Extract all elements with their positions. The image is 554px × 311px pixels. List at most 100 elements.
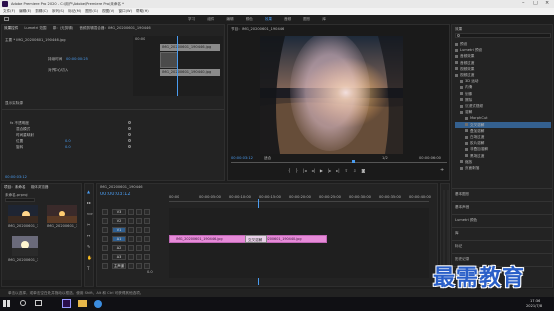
effect-item[interactable]: 音频效果 [455,53,551,59]
pen-tool-icon[interactable]: ✎ [87,244,93,249]
lock-icon[interactable] [128,209,134,215]
effect-property-row[interactable]: 旋转 0.0 [10,145,135,149]
effect-item[interactable]: 胶片溶解 [455,140,551,146]
workspace-tab[interactable]: 学习 [188,17,195,21]
program-scrubber[interactable] [231,162,447,163]
minimize-button[interactable]: – [522,1,525,5]
timeline-tab[interactable]: IMG_20200601_190446 [100,185,143,189]
menu-item[interactable]: 剪辑(C) [35,9,48,13]
mark-in-icon[interactable]: { [288,168,291,176]
track-label[interactable]: V2 [112,218,126,224]
effect-item[interactable]: 视频效果 [455,66,551,72]
menu-item[interactable]: 视图(V) [102,9,114,13]
timeline-timecode[interactable]: 00:00:03:12 [100,192,131,197]
panel-section[interactable]: 历史记录 [452,253,552,265]
track-label[interactable]: A1 [112,236,126,242]
menu-item[interactable]: 文件(F) [3,9,15,13]
lock-icon[interactable] [128,227,134,233]
effect-item[interactable]: 溶解 [455,109,551,115]
timeline-transition[interactable]: 交叉溶解 [245,235,267,243]
track-label[interactable]: A2 [112,245,126,251]
type-tool-icon[interactable]: T [87,266,93,271]
effect-item[interactable]: 缩放 [455,159,551,165]
effect-item[interactable]: 叠加溶解 [455,128,551,134]
panel-tab[interactable]: 音频剪辑混合器：IMG_20200601_190446 [79,26,150,30]
mark-out-icon[interactable]: } [296,168,299,176]
quality-select[interactable]: 1/2 [382,156,388,160]
sync-icon[interactable] [136,227,142,233]
task-view-icon[interactable] [35,300,42,306]
panel-section[interactable]: Lumetri 颜色 [452,214,552,226]
project-item-1[interactable] [8,205,38,223]
mini-clip-1[interactable]: IMG_20200601_190446.jpg [160,44,220,51]
lock-icon[interactable] [128,263,134,269]
workspace-tab[interactable]: 效果 [265,17,272,21]
menu-item[interactable]: 窗口(W) [118,9,132,13]
effect-property-row[interactable]: fx 不透明度 [10,121,135,125]
align-select[interactable]: 中心切入 [54,68,68,72]
sync-icon[interactable] [136,209,142,215]
menu-item[interactable]: 帮助(H) [136,9,149,13]
eye-icon[interactable] [144,263,150,269]
effect-item[interactable]: 预设 [455,41,551,47]
premiere-taskbar-icon[interactable] [62,299,71,308]
track-target-toggle[interactable] [102,245,108,251]
track-target-toggle[interactable] [102,254,108,260]
keyframe-toggle-icon[interactable] [128,121,131,124]
effect-item[interactable]: 内滑 [455,84,551,90]
maximize-button[interactable]: □ [533,1,538,5]
panel-section[interactable]: 基本声音 [452,201,552,213]
effect-item[interactable]: MorphCut [455,115,551,121]
lock-icon[interactable] [128,236,134,242]
workspace-tab[interactable]: 音频 [284,17,291,21]
track-label[interactable]: V1 [112,227,126,233]
lock-icon[interactable] [128,254,134,260]
eye-icon[interactable] [144,218,150,224]
effect-property-row[interactable]: 混合模式 [10,127,135,131]
program-playhead[interactable] [352,160,355,163]
panel-tab[interactable]: 源：(无剪辑) [53,26,74,30]
track-target-toggle[interactable] [102,236,108,242]
mini-transition[interactable] [160,52,178,68]
track-label[interactable]: A3 [112,254,126,260]
keyframe-toggle-icon[interactable] [128,133,131,136]
track-label[interactable]: V3 [112,209,126,215]
sync-icon[interactable] [136,236,142,242]
track-target-toggle[interactable] [102,263,108,269]
goto-in-icon[interactable]: |◂ [303,168,306,176]
mini-clip-2[interactable]: IMG_20200601_190440.jpg [160,69,220,76]
eye-icon[interactable] [144,227,150,233]
effect-item[interactable]: 音频过渡 [455,60,551,66]
track-target-toggle[interactable] [102,209,108,215]
track-label[interactable]: 主声道 [112,263,126,269]
razor-tool-icon[interactable]: ✂ [87,222,93,227]
lock-icon[interactable] [128,245,134,251]
panel-section[interactable]: 标记 [452,240,552,252]
search-taskbar-icon[interactable] [20,300,26,306]
slip-tool-icon[interactable]: ↔ [87,233,93,238]
windows-start-icon[interactable] [3,300,10,307]
sync-icon[interactable] [136,254,142,260]
goto-out-icon[interactable]: ▸| [336,168,339,176]
effect-item[interactable]: 白场过渡 [455,134,551,140]
effect-item[interactable]: 视频过渡 [455,72,551,78]
browser-taskbar-icon[interactable] [94,300,102,308]
hand-tool-icon[interactable]: ✋ [87,255,93,260]
project-search[interactable] [5,198,35,202]
workspace-tab[interactable]: 颜色 [246,17,253,21]
effects-search-input[interactable] [455,33,551,38]
mini-playhead[interactable] [177,36,178,96]
lift-icon[interactable]: ⇪ [345,168,348,176]
step-back-icon[interactable]: ◂| [311,168,314,176]
selection-tool-icon[interactable]: ▲ [87,189,93,194]
effect-item[interactable]: 交叉溶解 [455,121,551,128]
master-value[interactable]: 0.0 [147,270,153,274]
track-select-icon[interactable]: ▸▸ [87,200,93,205]
menu-item[interactable]: 图形(G) [85,9,98,13]
effect-property-row[interactable]: 位置 0.0 [10,139,135,143]
eye-icon[interactable] [144,254,150,260]
fit-select[interactable]: 适合 [264,156,271,160]
export-frame-icon[interactable]: ◙ [361,168,365,176]
timeline-clip-1[interactable]: IMG_20200601_190446.jpg [169,235,248,243]
play-icon[interactable]: ▶ [320,168,323,176]
